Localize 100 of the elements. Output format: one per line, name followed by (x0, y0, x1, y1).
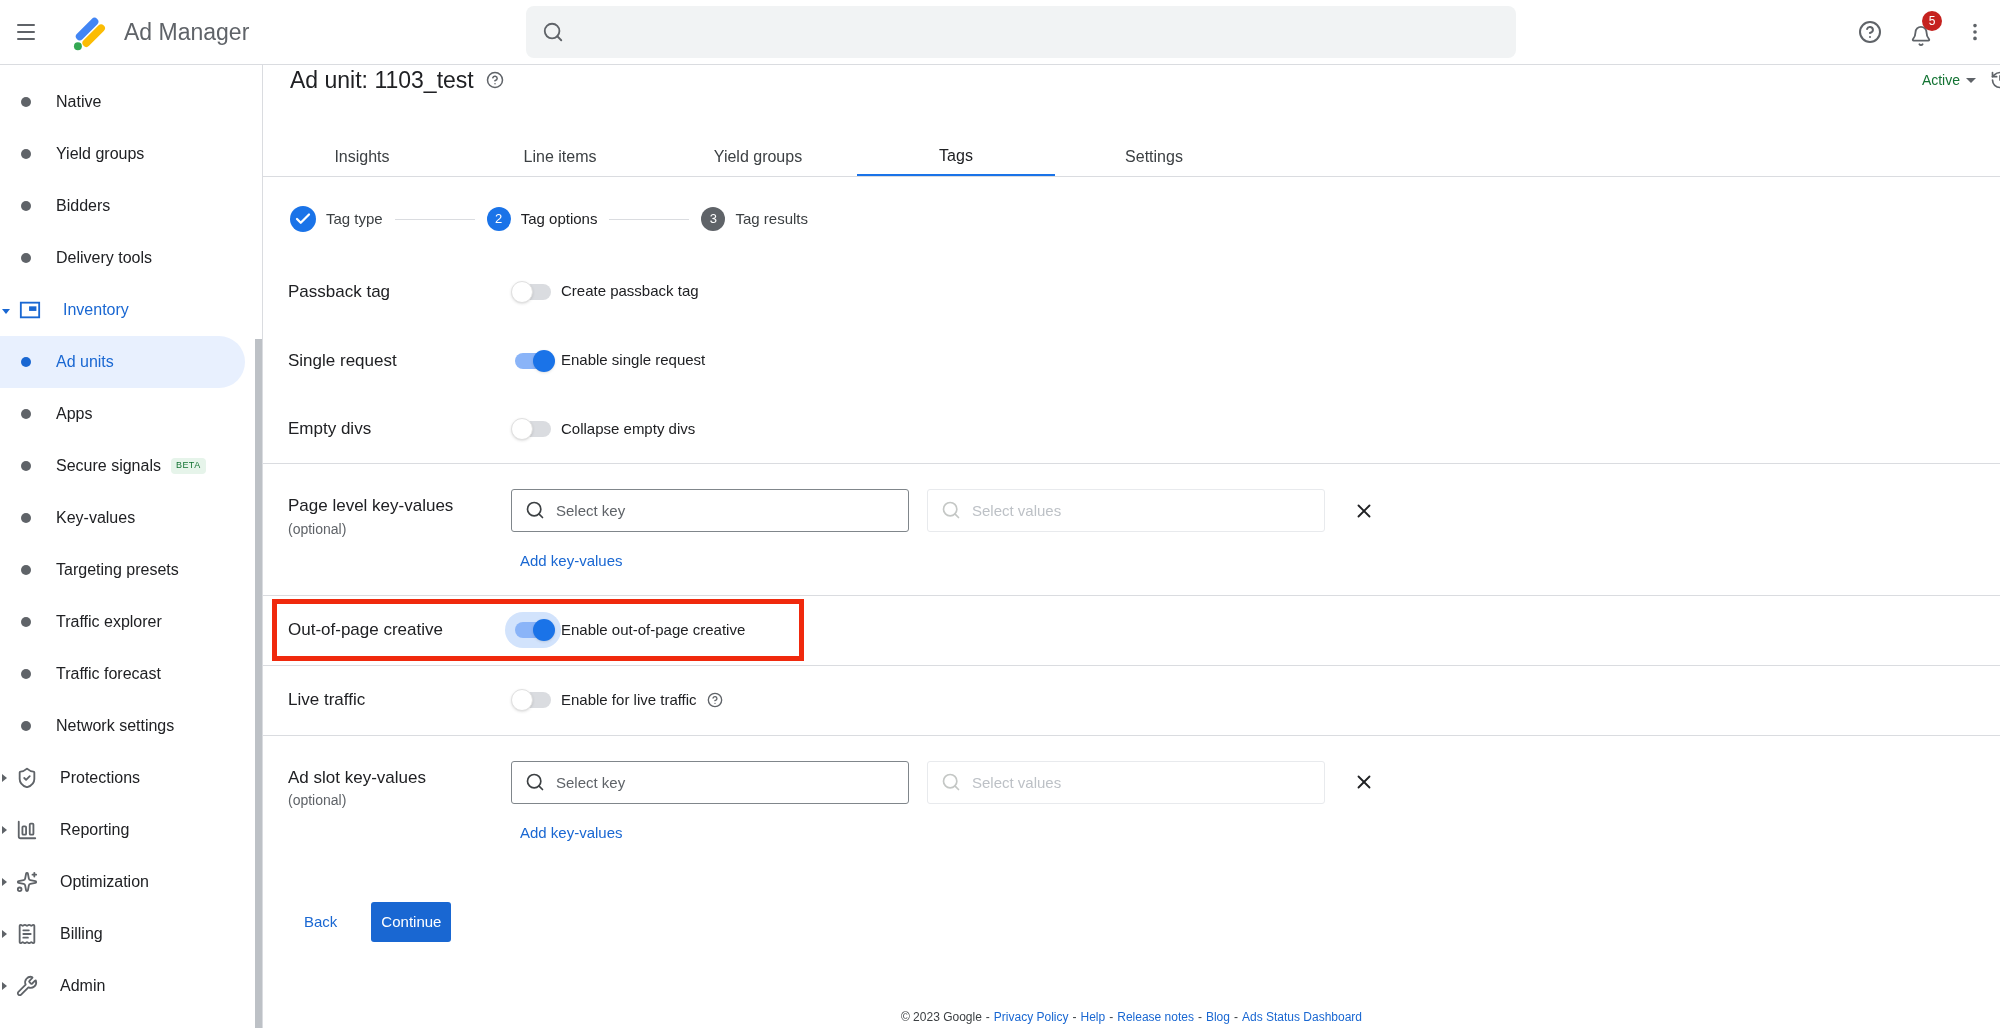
row-label: Single request (288, 349, 398, 372)
tab[interactable]: Line items (461, 144, 659, 176)
sidebar-label: Apps (56, 404, 93, 424)
row-label: Empty divs (288, 418, 373, 441)
sidebar-item[interactable]: Targeting presets (0, 544, 245, 596)
sidebar-item[interactable]: Network settings (0, 700, 245, 752)
continue-button[interactable]: Continue (371, 902, 452, 942)
search-icon (941, 771, 961, 792)
caret-icon (2, 308, 10, 314)
sidebar-label: Secure signals (56, 456, 161, 476)
footer-link[interactable]: Release notes (1117, 1008, 1194, 1026)
tab[interactable]: Yield groups (659, 144, 857, 176)
sidebar-item[interactable]: Apps (0, 388, 245, 440)
row-label: Out-of-page creative (288, 619, 444, 642)
toggle-label: Create passback tag (561, 281, 699, 302)
tab[interactable]: Tags (857, 144, 1055, 176)
caret-icon (2, 826, 7, 834)
separator-text: - (985, 1009, 990, 1026)
beta-badge: BETA (170, 458, 206, 474)
toggle-label: Enable for live traffic (561, 689, 697, 710)
step-number: 2 (486, 207, 511, 231)
sidebar-item[interactable]: Admin (0, 960, 245, 1012)
caret-icon (2, 878, 7, 886)
search-field[interactable] (526, 6, 1517, 58)
sidebar-item[interactable]: Optimization (0, 856, 245, 908)
bullet-icon (21, 721, 31, 731)
bullet-icon (21, 669, 31, 679)
footer-link[interactable]: Blog (1205, 1008, 1230, 1026)
sidebar-item[interactable]: Yield groups (0, 128, 245, 180)
help-icon[interactable] (485, 71, 504, 89)
bullet-icon (21, 461, 31, 471)
add-key-values-link[interactable]: Add key-values (520, 821, 1375, 844)
toggle-switch[interactable] (505, 612, 561, 648)
app-title: Ad Manager (124, 17, 250, 47)
bullet-icon (21, 201, 31, 211)
search-icon (525, 771, 545, 792)
sidebar-item[interactable]: Ad units (0, 336, 245, 388)
sidebar-item[interactable]: Delivery tools (0, 232, 245, 284)
sidebar-label: Yield groups (56, 144, 145, 164)
bullet-icon (21, 149, 31, 159)
tab[interactable]: Settings (1055, 144, 1253, 176)
separator-text: - (1072, 1009, 1077, 1026)
bell-icon[interactable] (1910, 25, 1932, 47)
sidebar-item[interactable]: Billing (0, 908, 245, 960)
back-button[interactable]: Back (288, 902, 354, 942)
sidebar-item[interactable]: Secure signals BETA (0, 440, 245, 492)
sidebar-item[interactable]: Traffic explorer (0, 596, 245, 648)
inventory-icon (19, 299, 41, 321)
receipt-icon (16, 923, 38, 945)
toggle-label: Collapse empty divs (561, 418, 696, 439)
bullet-icon (21, 617, 31, 627)
sidebar-label: Ad units (56, 352, 114, 372)
sidebar-label: Traffic forecast (56, 664, 161, 684)
footer-link[interactable]: Help (1080, 1008, 1106, 1026)
sidebar-item[interactable]: Reporting (0, 804, 245, 856)
sidebar-item[interactable]: Protections (0, 752, 245, 804)
toggle-label: Enable single request (561, 350, 706, 371)
key-field[interactable]: Select key (511, 760, 909, 804)
bullet-icon (21, 565, 31, 575)
sidebar-label: Native (56, 92, 102, 112)
optional-label: (optional) (288, 519, 348, 539)
step-label: Tag options (520, 208, 598, 229)
sidebar-label: Reporting (60, 820, 130, 840)
sidebar-item[interactable]: Traffic forecast (0, 648, 245, 700)
sidebar-label: Bidders (56, 196, 111, 216)
search-icon (542, 21, 565, 43)
key-field[interactable]: Select key (511, 489, 909, 532)
sidebar-item[interactable]: Bidders (0, 180, 245, 232)
footer-link[interactable]: Privacy Policy (993, 1008, 1069, 1026)
sidebar-label: Billing (60, 924, 103, 944)
sidebar-label: Inventory (63, 300, 129, 320)
separator-text: - (1109, 1009, 1114, 1026)
sidebar-item[interactable]: Native (0, 76, 245, 128)
status-dropdown[interactable]: Active (1921, 69, 1976, 91)
separator-text: - (1233, 1009, 1238, 1026)
step-number: 3 (701, 207, 726, 231)
row-label: Passback tag (288, 280, 392, 303)
bullet-icon (21, 253, 31, 263)
wrench-icon (16, 975, 38, 997)
sidebar-label: Network settings (56, 716, 175, 736)
sidebar-item[interactable]: Key-values (0, 492, 245, 544)
add-key-values-link[interactable]: Add key-values (520, 550, 1375, 573)
sidebar-item[interactable]: Inventory (0, 284, 245, 336)
search-icon (525, 500, 545, 520)
sidebar-label: Traffic explorer (56, 612, 162, 632)
row-label: Ad slot key-values (288, 766, 427, 789)
notification-badge: 5 (1922, 11, 1942, 31)
tab[interactable]: Insights (263, 144, 461, 176)
sidebar-label: Targeting presets (56, 560, 179, 580)
help-icon[interactable] (706, 692, 723, 708)
bullet-icon (21, 357, 31, 367)
caret-icon (2, 982, 7, 990)
help-icon[interactable] (1858, 20, 1882, 44)
step-label: Tag results (735, 208, 808, 229)
sidebar-label: Protections (60, 768, 141, 788)
footer-link[interactable]: Ads Status Dashboard (1241, 1008, 1363, 1026)
caret-icon (2, 774, 7, 782)
chart-icon (16, 819, 38, 841)
toggle-label: Enable out-of-page creative (561, 619, 746, 640)
sidebar-label: Delivery tools (56, 248, 153, 268)
